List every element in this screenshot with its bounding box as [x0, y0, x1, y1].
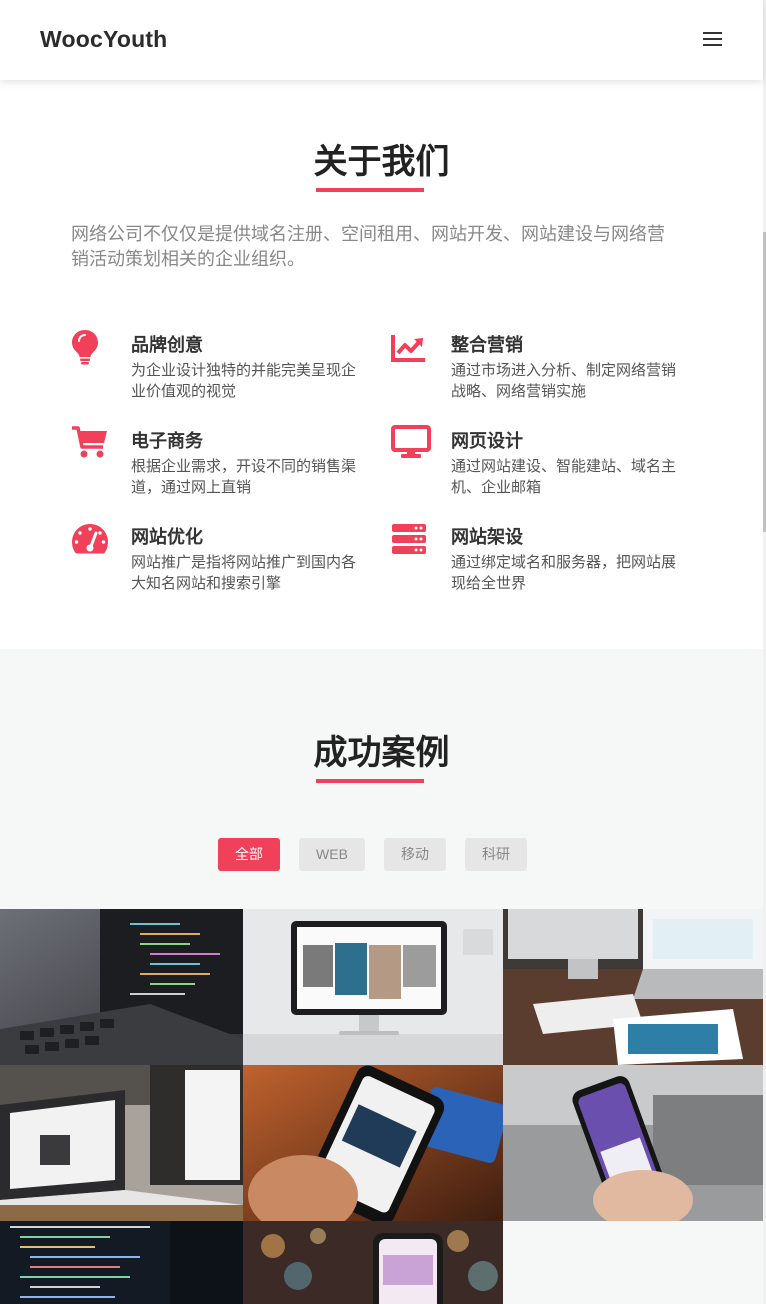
feature-title: 网页设计 — [451, 431, 523, 451]
lightbulb-icon — [71, 330, 111, 371]
feature-integrated-marketing: 整合营销 通过市场进入分析、制定网络营销战略、网络营销实施 — [391, 331, 691, 421]
feature-brand-creativity: 品牌创意 为企业设计独特的并能完美呈现企业价值观的视觉 — [71, 330, 371, 421]
portfolio-item[interactable] — [503, 1065, 763, 1221]
portfolio-item[interactable] — [243, 909, 503, 1065]
portfolio-item[interactable] — [0, 1221, 243, 1304]
feature-title: 整合营销 — [451, 335, 523, 355]
filter-research-button[interactable]: 科研 — [465, 838, 527, 871]
server-icon — [391, 523, 431, 563]
feature-description: 通过市场进入分析、制定网络营销战略、网络营销实施 — [451, 362, 677, 400]
cases-title-underline — [316, 779, 424, 783]
brand-logo[interactable]: WoocYouth — [40, 26, 167, 53]
about-title-underline — [316, 188, 424, 192]
chart-trend-icon — [391, 331, 431, 371]
portfolio-item[interactable] — [503, 909, 763, 1065]
feature-description: 网站推广是指将网站推广到国内各大知名网站和搜索引擎 — [131, 554, 357, 592]
feature-ecommerce: 电子商务 根据企业需求，开设不同的销售渠道，通过网上直销 — [71, 426, 371, 517]
feature-description: 通过绑定域名和服务器，把网站展现给全世界 — [451, 554, 677, 592]
portfolio-item[interactable] — [243, 1065, 503, 1221]
portfolio-item[interactable] — [243, 1221, 503, 1304]
speedometer-icon — [71, 523, 111, 563]
feature-title: 品牌创意 — [131, 335, 203, 355]
monitor-icon — [391, 425, 431, 467]
feature-title: 网站优化 — [131, 527, 203, 547]
feature-description: 通过网站建设、智能建站、域名主机、企业邮箱 — [451, 458, 677, 496]
top-navbar: WoocYouth — [0, 0, 763, 80]
feature-description: 为企业设计独特的并能完美呈现企业价值观的视觉 — [131, 362, 357, 400]
feature-hosting: 网站架设 通过绑定域名和服务器，把网站展现给全世界 — [391, 523, 691, 613]
about-description: 网络公司不仅仅是提供域名注册、空间租用、网站开发、网站建设与网络营销活动策划相关… — [71, 224, 665, 269]
portfolio-item[interactable] — [0, 909, 243, 1065]
feature-seo: 网站优化 网站推广是指将网站推广到国内各大知名网站和搜索引擎 — [71, 523, 371, 613]
hamburger-menu-icon[interactable] — [701, 29, 725, 49]
shopping-cart-icon — [71, 426, 111, 467]
feature-description: 根据企业需求，开设不同的销售渠道，通过网上直销 — [131, 458, 357, 496]
about-title: 关于我们 — [313, 143, 450, 181]
feature-web-design: 网页设计 通过网站建设、智能建站、域名主机、企业邮箱 — [391, 425, 691, 517]
feature-title: 网站架设 — [451, 527, 523, 547]
filter-all-button[interactable]: 全部 — [218, 838, 280, 871]
filter-web-button[interactable]: WEB — [299, 838, 365, 871]
filter-mobile-button[interactable]: 移动 — [384, 838, 446, 871]
cases-title: 成功案例 — [313, 734, 450, 772]
portfolio-item[interactable] — [0, 1065, 243, 1221]
feature-title: 电子商务 — [131, 431, 203, 451]
